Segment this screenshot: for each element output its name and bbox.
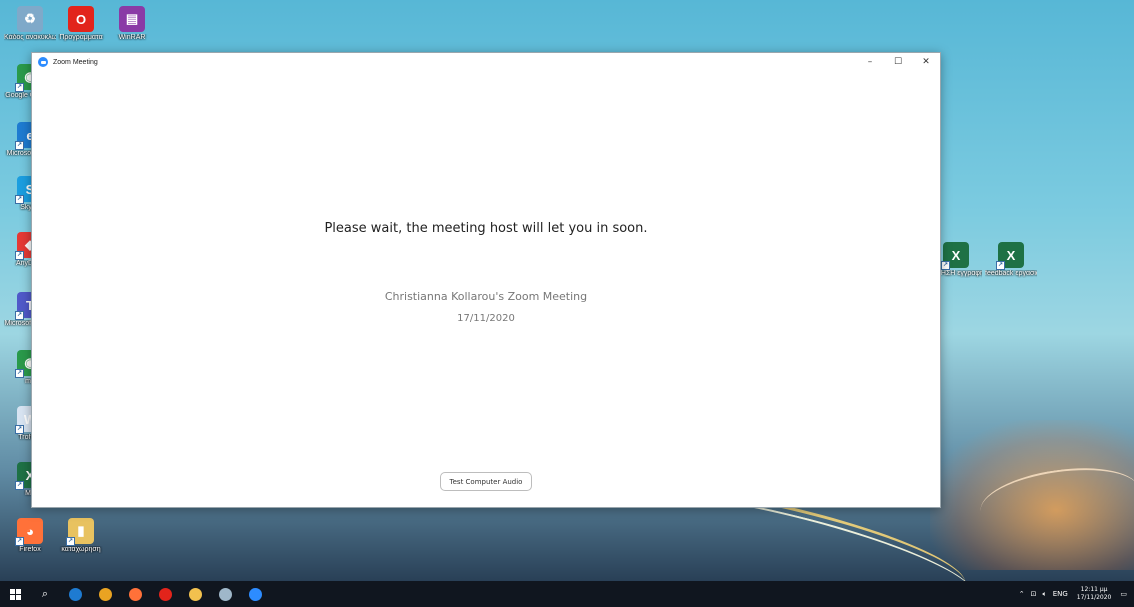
window-title: Zoom Meeting [53, 58, 98, 66]
zoom-meeting-window: Zoom Meeting – ☐ ✕ Please wait, the meet… [31, 52, 941, 508]
search-button[interactable]: ⌕ [30, 581, 60, 607]
clock-time: 12:11 μμ [1080, 586, 1108, 593]
zoom-icon [248, 587, 262, 601]
firefox-icon [128, 587, 142, 601]
shortcut-arrow-icon: ↗ [15, 251, 24, 260]
taskbar-app-button[interactable] [60, 581, 90, 607]
close-button[interactable]: ✕ [912, 53, 940, 71]
waiting-room-message: Please wait, the meeting host will let y… [324, 221, 648, 236]
recycle-bin-icon: ♻ [17, 6, 43, 32]
edge-icon [68, 587, 82, 601]
start-button[interactable] [0, 581, 30, 607]
paint-icon [218, 587, 232, 601]
minimize-button[interactable]: – [856, 53, 884, 71]
desktop-shortcut-label: WinRAR [118, 34, 146, 41]
system-tray: ⌃ ⊡ 🔈︎ ENG 12:11 μμ 17/11/2020 ▭ [1016, 581, 1134, 607]
winrar-icon: ▤ [119, 6, 145, 32]
opera-icon [158, 587, 172, 601]
shortcut-arrow-icon: ↗ [15, 425, 24, 434]
window-titlebar[interactable]: Zoom Meeting – ☐ ✕ [32, 53, 940, 71]
network-icon[interactable]: ⊡ [1031, 590, 1037, 598]
shortcut-arrow-icon: ↗ [15, 141, 24, 150]
windows-logo-icon [9, 588, 21, 600]
taskbar-app-button[interactable] [150, 581, 180, 607]
taskbar: ⌕ ⌃ ⊡ 🔈︎ ENG 12:11 μμ 17/11/2020 ▭ [0, 581, 1134, 607]
notifications-icon[interactable]: ▭ [1120, 590, 1127, 598]
shortcut-arrow-icon: ↗ [66, 537, 75, 546]
taskbar-app-button[interactable] [120, 581, 150, 607]
test-computer-audio-button[interactable]: Test Computer Audio [440, 472, 532, 491]
firefox-icon: ◕ ↗ [15, 518, 43, 546]
taskbar-app-button[interactable] [240, 581, 270, 607]
shortcut-arrow-icon: ↗ [15, 481, 24, 490]
taskbar-app-button[interactable] [210, 581, 240, 607]
desktop-shortcut[interactable]: X↗feedback εργασιών [985, 242, 1037, 278]
opera-icon: O [68, 6, 94, 32]
maximize-button[interactable]: ☐ [884, 53, 912, 71]
language-indicator[interactable]: ENG [1053, 590, 1068, 598]
wallpaper-glow [930, 420, 1134, 570]
folder-icon: ▮ ↗ [66, 518, 94, 546]
shortcut-arrow-icon: ↗ [15, 537, 24, 546]
search-icon: ⌕ [41, 587, 49, 600]
meeting-name: Christianna Kollarou's Zoom Meeting [384, 290, 588, 303]
desktop-shortcut-label: Κάδος ανακύκλωσης [4, 34, 56, 41]
clock-date: 17/11/2020 [1076, 594, 1112, 601]
desktop-shortcut[interactable]: ▮ ↗ καταχώρηση [55, 518, 107, 554]
shortcut-arrow-icon: ↗ [15, 83, 24, 92]
desktop-shortcut-label: καταχώρηση [61, 546, 101, 553]
volume-icon[interactable]: 🔈︎ [1042, 590, 1046, 599]
excel-icon: X ↗ [941, 242, 969, 270]
taskbar-app-button[interactable] [180, 581, 210, 607]
shortcut-arrow-icon: ↗ [941, 261, 950, 270]
shortcut-arrow-icon: ↗ [15, 311, 24, 320]
desktop-shortcut-label: Προγράμματα [59, 34, 103, 41]
shortcut-arrow-icon: ↗ [15, 195, 24, 204]
desktop-shortcut[interactable]: ♻ Κάδος ανακύκλωσης [4, 6, 56, 42]
taskbar-app-button[interactable] [90, 581, 120, 607]
meeting-date: 17/11/2020 [457, 313, 515, 324]
shortcut-arrow-icon: ↗ [15, 369, 24, 378]
zoom-app-icon [38, 57, 48, 67]
window-controls: – ☐ ✕ [856, 53, 940, 71]
desktop-shortcut-label: feedback εργασιών [985, 270, 1037, 277]
desktop-shortcut[interactable]: O Προγράμματα [55, 6, 107, 42]
desktop-shortcut[interactable]: ▤ WinRAR [106, 6, 158, 42]
excel-icon: X ↗ [996, 242, 1024, 270]
desktop-shortcut-label: Firefox [19, 546, 41, 553]
wallpaper-streak [976, 459, 1134, 541]
desktop-shortcut[interactable]: ◕ ↗ Firefox [4, 518, 56, 554]
chevron-up-icon[interactable]: ⌃ [1019, 590, 1025, 598]
shortcut-arrow-icon: ↗ [996, 261, 1005, 270]
clock[interactable]: 12:11 μμ 17/11/2020 [1077, 586, 1112, 602]
taskbar-apps [60, 581, 270, 607]
file-explorer-icon [188, 587, 202, 601]
chrome-icon [98, 587, 112, 601]
